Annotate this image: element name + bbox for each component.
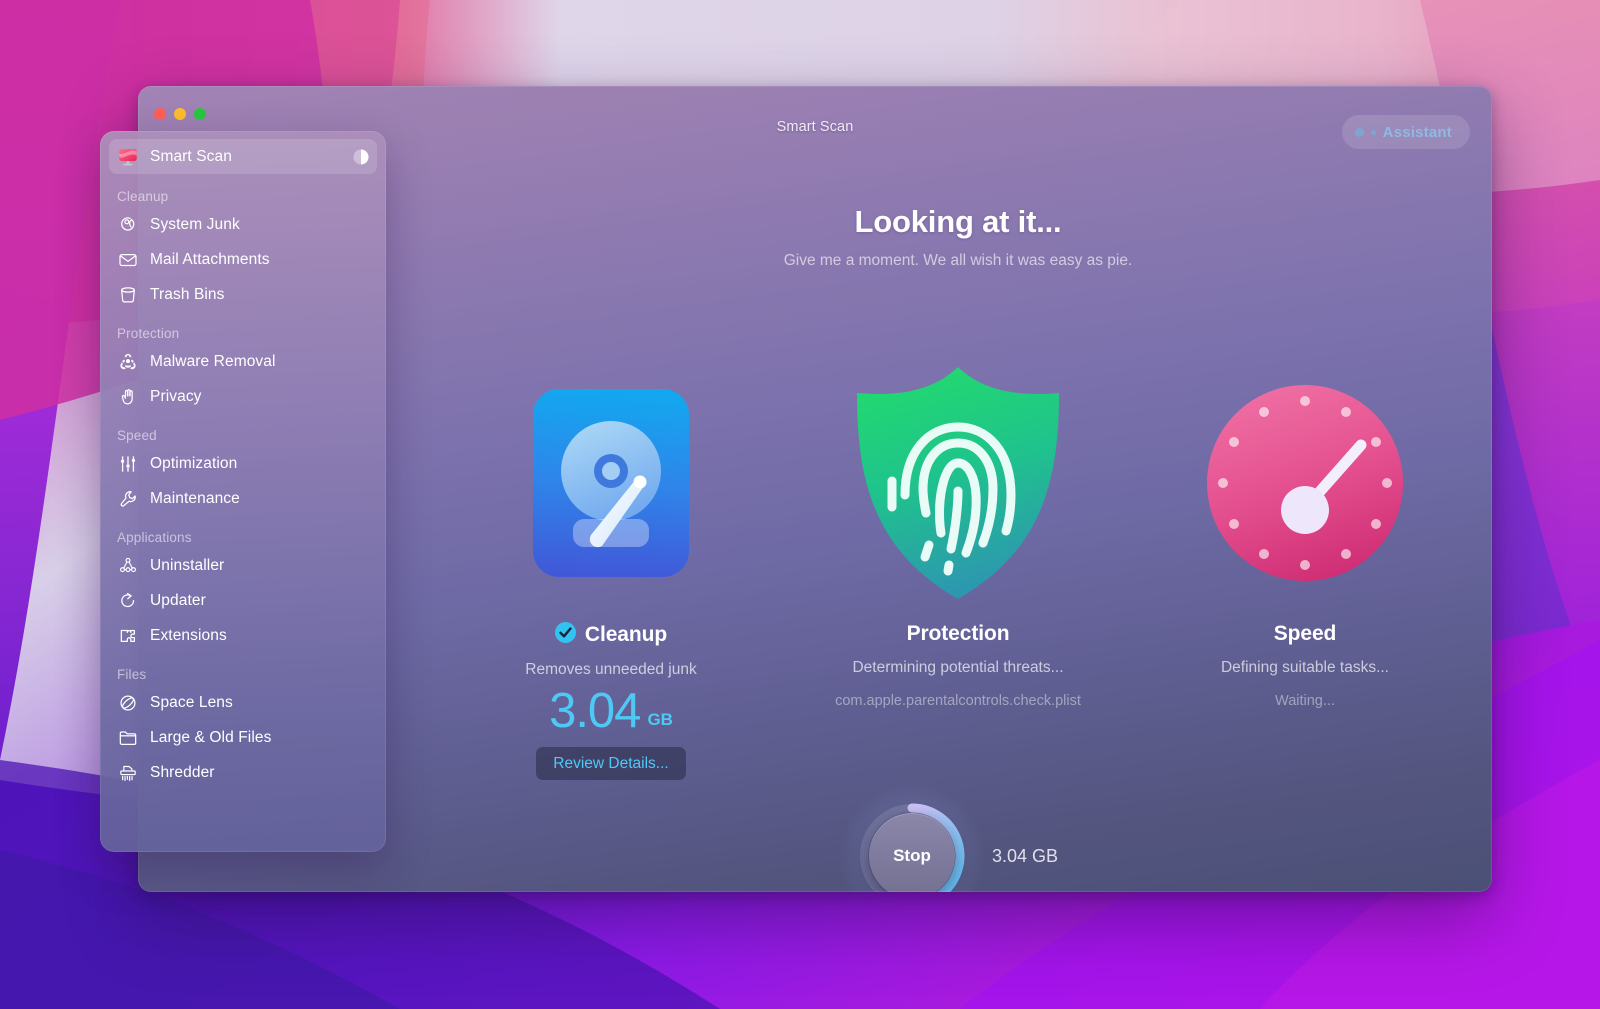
sidebar-item-privacy[interactable]: Privacy: [109, 379, 377, 414]
sliders-icon: [117, 453, 139, 475]
card-cleanup-description: Removes unneeded junk: [525, 661, 697, 678]
card-cleanup-size: 3.04 GB: [549, 687, 673, 736]
sidebar-item-optimization[interactable]: Optimization: [109, 446, 377, 481]
sidebar-item-system-junk[interactable]: System Junk: [109, 207, 377, 242]
shield-fingerprint-icon: [845, 358, 1071, 608]
sidebar-group-title-files: Files: [117, 667, 147, 682]
biohazard-icon: [117, 351, 139, 373]
assistant-label: Assistant: [1382, 123, 1452, 141]
card-protection-detail: com.apple.parentalcontrols.check.plist: [835, 693, 1081, 709]
folder-icon: [117, 727, 139, 749]
scan-cards: Cleanup Removes unneeded junk 3.04 GB Re…: [424, 358, 1492, 780]
sidebar-item-malware-removal[interactable]: Malware Removal: [109, 344, 377, 379]
refresh-arrow-icon: [117, 590, 139, 612]
sidebar-item-label: Malware Removal: [150, 352, 276, 370]
card-protection-header: Protection: [907, 622, 1010, 646]
sidebar-item-space-lens[interactable]: Space Lens: [109, 685, 377, 720]
sidebar-group-title-applications: Applications: [117, 530, 192, 545]
card-protection: Protection Determining potential threats…: [785, 358, 1132, 709]
sidebar-item-mail-attachments[interactable]: Mail Attachments: [109, 242, 377, 277]
sidebar-group-title-protection: Protection: [117, 326, 180, 341]
card-speed-title: Speed: [1273, 622, 1337, 645]
stop-button-wrap: Stop: [835, 780, 988, 892]
sidebar-item-label: System Junk: [150, 215, 240, 233]
shredder-icon: [117, 762, 139, 784]
hard-drive-icon: [531, 358, 691, 608]
monitor-icon: [117, 146, 139, 168]
sidebar-item-label: Smart Scan: [150, 147, 232, 165]
sidebar-item-label: Space Lens: [150, 693, 233, 711]
broom-icon: [117, 214, 139, 236]
assistant-button[interactable]: Assistant: [1341, 115, 1470, 149]
sidebar-item-extensions[interactable]: Extensions: [109, 618, 377, 653]
stop-button[interactable]: Stop: [868, 813, 955, 892]
sidebar-item-large-and-old-files[interactable]: Large & Old Files: [109, 720, 377, 755]
assistant-dot-large-icon: [1354, 127, 1364, 137]
cleanup-size-unit: GB: [647, 710, 673, 729]
envelope-icon: [117, 249, 139, 271]
scan-footer: Stop 3.04 GB: [424, 780, 1492, 892]
planet-icon: [117, 692, 139, 714]
scan-total-size: 3.04 GB: [991, 845, 1059, 866]
app-grid-icon: [117, 555, 139, 577]
sidebar-item-shredder[interactable]: Shredder: [109, 755, 377, 790]
sidebar-item-label: Uninstaller: [150, 556, 225, 574]
sidebar-item-uninstaller[interactable]: Uninstaller: [109, 548, 377, 583]
sidebar-item-label: Mail Attachments: [150, 250, 270, 268]
page-subheadline: Give me a moment. We all wish it was eas…: [783, 252, 1133, 269]
assistant-dot-small-icon: [1370, 129, 1376, 135]
card-speed: Speed Defining suitable tasks... Waiting…: [1132, 358, 1479, 709]
hand-icon: [117, 386, 139, 408]
sidebar-item-maintenance[interactable]: Maintenance: [109, 481, 377, 516]
sidebar: Smart Scan Cleanup System Junk Mail Atta…: [100, 131, 386, 852]
card-speed-description: Defining suitable tasks...: [1220, 659, 1389, 676]
sidebar-item-label: Maintenance: [150, 489, 240, 507]
cleanup-size-value: 3.04: [549, 684, 641, 738]
sidebar-item-updater[interactable]: Updater: [109, 583, 377, 618]
page-headline: Looking at it...: [854, 204, 1062, 239]
card-speed-detail: Waiting...: [1275, 693, 1335, 709]
sidebar-item-smart-scan[interactable]: Smart Scan: [109, 139, 377, 174]
sidebar-group-title-cleanup: Cleanup: [117, 189, 169, 204]
pie-progress-icon: [353, 149, 369, 165]
sidebar-item-label: Shredder: [150, 763, 215, 781]
wrench-icon: [117, 488, 139, 510]
sidebar-item-label: Extensions: [150, 626, 227, 644]
trash-bin-icon: [117, 284, 139, 306]
card-cleanup-title: Cleanup: [584, 623, 668, 646]
speed-gauge-icon: [1205, 358, 1405, 608]
card-cleanup: Cleanup Removes unneeded junk 3.04 GB Re…: [438, 358, 785, 780]
review-details-button[interactable]: Review Details...: [536, 747, 686, 780]
sidebar-item-label: Trash Bins: [150, 285, 225, 303]
sidebar-group-title-speed: Speed: [117, 428, 157, 443]
card-cleanup-header: Cleanup: [554, 622, 668, 648]
check-circle-icon: [554, 622, 576, 648]
card-speed-header: Speed: [1274, 622, 1337, 646]
main-content: Looking at it... Give me a moment. We al…: [424, 158, 1492, 892]
sidebar-item-label: Large & Old Files: [150, 728, 272, 746]
sidebar-item-label: Updater: [150, 591, 206, 609]
puzzle-piece-icon: [117, 625, 139, 647]
card-protection-description: Determining potential threats...: [852, 659, 1064, 676]
sidebar-item-label: Optimization: [150, 454, 238, 472]
sidebar-item-label: Privacy: [150, 387, 202, 405]
sidebar-item-trash-bins[interactable]: Trash Bins: [109, 277, 377, 312]
card-protection-title: Protection: [906, 622, 1010, 645]
